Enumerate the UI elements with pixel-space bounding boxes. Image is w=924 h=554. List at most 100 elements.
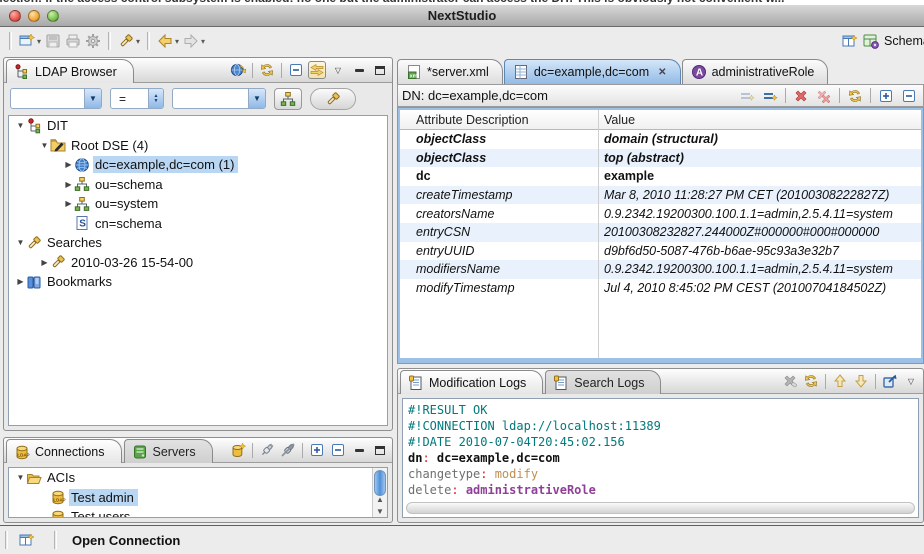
browser-item-ou-schema[interactable]: ▶ou=schema — [9, 175, 387, 195]
new-wizard-button[interactable]: ▾ — [17, 30, 43, 52]
value-cell[interactable]: Jul 4, 2010 8:45:02 PM CEST (20100704184… — [598, 281, 921, 295]
close-window-button[interactable] — [9, 10, 21, 22]
browser-item-searches[interactable]: ▼Searches — [9, 233, 387, 253]
table-row[interactable]: objectClasstop (abstract) — [400, 149, 921, 168]
modification-log-text[interactable]: #!RESULT OK#!CONNECTION ldap://localhost… — [402, 398, 919, 518]
toolbar-drag-handle[interactable] — [108, 32, 111, 50]
attribute-cell[interactable]: entryUUID — [400, 244, 598, 258]
attribute-cell[interactable]: modifiersName — [400, 262, 598, 276]
open-perspective-icon[interactable] — [842, 33, 858, 49]
value-cell[interactable]: domain (structural) — [598, 132, 921, 146]
collapse-all-button[interactable] — [287, 61, 305, 79]
browser-item-dc-example-dc-com-1-[interactable]: ▶ dc=example,dc=com (1) — [9, 155, 387, 175]
view-tab-search-logs[interactable]: Search Logs — [545, 370, 661, 394]
tree-item-label[interactable]: ou=system — [93, 195, 162, 212]
chevron-down-icon[interactable]: ▼ — [248, 89, 265, 108]
spinner-arrows-icon[interactable]: ▲▼ — [148, 89, 163, 108]
table-header[interactable]: Attribute Description Value — [400, 110, 921, 130]
down-arrow-button[interactable] — [852, 372, 870, 390]
value-cell[interactable]: top (abstract) — [598, 151, 921, 165]
delete-red-button[interactable] — [791, 85, 811, 107]
attribute-cell[interactable]: createTimestamp — [400, 188, 598, 202]
maximize-view-icon[interactable] — [371, 441, 389, 459]
refresh-button[interactable] — [845, 85, 865, 107]
collapse-arrow-icon[interactable]: ▼ — [15, 121, 26, 130]
dropdown-arrow-icon[interactable]: ▾ — [201, 37, 205, 46]
minimize-window-button[interactable] — [28, 10, 40, 22]
maximize-view-icon[interactable] — [371, 61, 389, 79]
export-button[interactable] — [881, 372, 899, 390]
globe-sync-button[interactable] — [229, 61, 247, 79]
table-row[interactable]: modifyTimestampJul 4, 2010 8:45:02 PM CE… — [400, 279, 921, 298]
schema-perspective-label[interactable]: Schema — [884, 34, 924, 48]
up-arrow-button[interactable] — [831, 372, 849, 390]
save-button[interactable] — [43, 30, 63, 52]
expand-arrow-icon[interactable]: ▶ — [39, 258, 50, 267]
attribute-cell[interactable]: objectClass — [400, 151, 598, 165]
tree-item-label[interactable]: Test admin — [69, 489, 138, 506]
tree-item-label[interactable]: ACIs — [45, 469, 79, 486]
value-cell[interactable]: 0.9.2342.19200300.100.1.1=admin,2.5.4.11… — [598, 207, 921, 221]
filter-operator-spinner[interactable]: = ▲▼ — [110, 88, 164, 109]
attribute-cell[interactable]: entryCSN — [400, 225, 598, 239]
expand-arrow-icon[interactable]: ▶ — [15, 277, 26, 286]
expand-arrow-icon[interactable]: ▶ — [63, 160, 74, 169]
table-row[interactable]: createTimestampMar 8, 2010 11:28:27 PM C… — [400, 186, 921, 205]
table-row[interactable]: dcexample — [400, 167, 921, 186]
table-row[interactable]: entryUUIDd9bf6d50-5087-476b-b6ae-95c93a3… — [400, 242, 921, 261]
toolbar-drag-handle[interactable] — [147, 32, 150, 50]
flashlight-button[interactable]: ▾ — [116, 30, 142, 52]
value-cell[interactable]: 20100308232827.244000Z#000000#000#000000 — [598, 225, 921, 239]
tree-item-label[interactable]: Searches — [45, 234, 106, 251]
tree-item-label[interactable]: cn=schema — [93, 215, 166, 232]
delete-all-red-button[interactable] — [814, 85, 834, 107]
close-tab-icon[interactable]: ✕ — [658, 67, 666, 78]
tree-item-label[interactable]: DIT — [45, 117, 72, 134]
collapse-all-button[interactable] — [899, 85, 919, 107]
refresh-button[interactable] — [258, 61, 276, 79]
filter-attribute-combo[interactable]: ▼ — [10, 88, 102, 109]
tree-item-label[interactable]: dc=example,dc=com (1) — [93, 156, 238, 173]
minimize-view-icon[interactable] — [350, 441, 368, 459]
value-cell[interactable]: 0.9.2342.19200300.100.1.1=admin,2.5.4.11… — [598, 262, 921, 276]
clear-gray-button[interactable] — [781, 372, 799, 390]
dropdown-arrow-icon[interactable]: ▾ — [136, 37, 140, 46]
expand-arrow-icon[interactable]: ▶ — [63, 180, 74, 189]
collapse-arrow-icon[interactable]: ▼ — [39, 141, 50, 150]
browser-item-cn-schema[interactable]: Scn=schema — [9, 214, 387, 234]
gear-button[interactable] — [83, 30, 103, 52]
scroll-up-icon[interactable]: ▲ — [373, 493, 387, 505]
view-menu-icon[interactable]: ▽ — [902, 372, 920, 390]
value-cell[interactable]: example — [598, 169, 921, 183]
quick-filter-button[interactable] — [274, 88, 302, 110]
editor-tab-administrativerole[interactable]: AadministrativeRole — [682, 59, 829, 84]
dropdown-arrow-icon[interactable]: ▾ — [37, 37, 41, 46]
value-cell[interactable]: Mar 8, 2010 11:28:27 PM CET (20100308222… — [598, 188, 921, 202]
toolbar-drag-handle[interactable] — [9, 32, 12, 50]
attribute-cell[interactable]: objectClass — [400, 132, 598, 146]
connections-item-test-admin[interactable]: LDAPTest admin — [9, 488, 387, 508]
filter-value-combo[interactable]: ▼ — [172, 88, 266, 109]
run-quick-search-button[interactable] — [310, 88, 356, 110]
expand-all-button[interactable] — [308, 441, 326, 459]
editor-tab-dc-example-dc-com[interactable]: dc=example,dc=com✕ — [504, 59, 681, 84]
tree-item-label[interactable]: 2010-03-26 15-54-00 — [69, 254, 197, 271]
column-value[interactable]: Value — [598, 113, 635, 127]
ldap-new-button[interactable] — [229, 441, 247, 459]
add-value-button[interactable] — [760, 85, 780, 107]
connections-item-acis[interactable]: ▼ACIs — [9, 468, 387, 488]
view-tab-servers[interactable]: Servers — [124, 439, 213, 463]
add-attr-disabled-button[interactable] — [737, 85, 757, 107]
minimize-view-icon[interactable] — [350, 61, 368, 79]
expand-arrow-icon[interactable]: ▶ — [63, 199, 74, 208]
refresh-button[interactable] — [802, 372, 820, 390]
table-row[interactable]: creatorsName0.9.2342.19200300.100.1.1=ad… — [400, 204, 921, 223]
column-attribute-description[interactable]: Attribute Description — [400, 113, 598, 127]
back-arrow-button[interactable]: ▾ — [155, 30, 181, 52]
vertical-scrollbar[interactable]: ▲ ▼ — [372, 468, 387, 517]
table-row[interactable]: entryCSN20100308232827.244000Z#000000#00… — [400, 223, 921, 242]
value-cell[interactable]: d9bf6d50-5087-476b-b6ae-95c93a3e32b7 — [598, 244, 921, 258]
tree-item-label[interactable]: Test users — [69, 508, 134, 518]
browser-item-2010-03-26-15-54-00[interactable]: ▶ 2010-03-26 15-54-00 — [9, 253, 387, 273]
zoom-window-button[interactable] — [47, 10, 59, 22]
